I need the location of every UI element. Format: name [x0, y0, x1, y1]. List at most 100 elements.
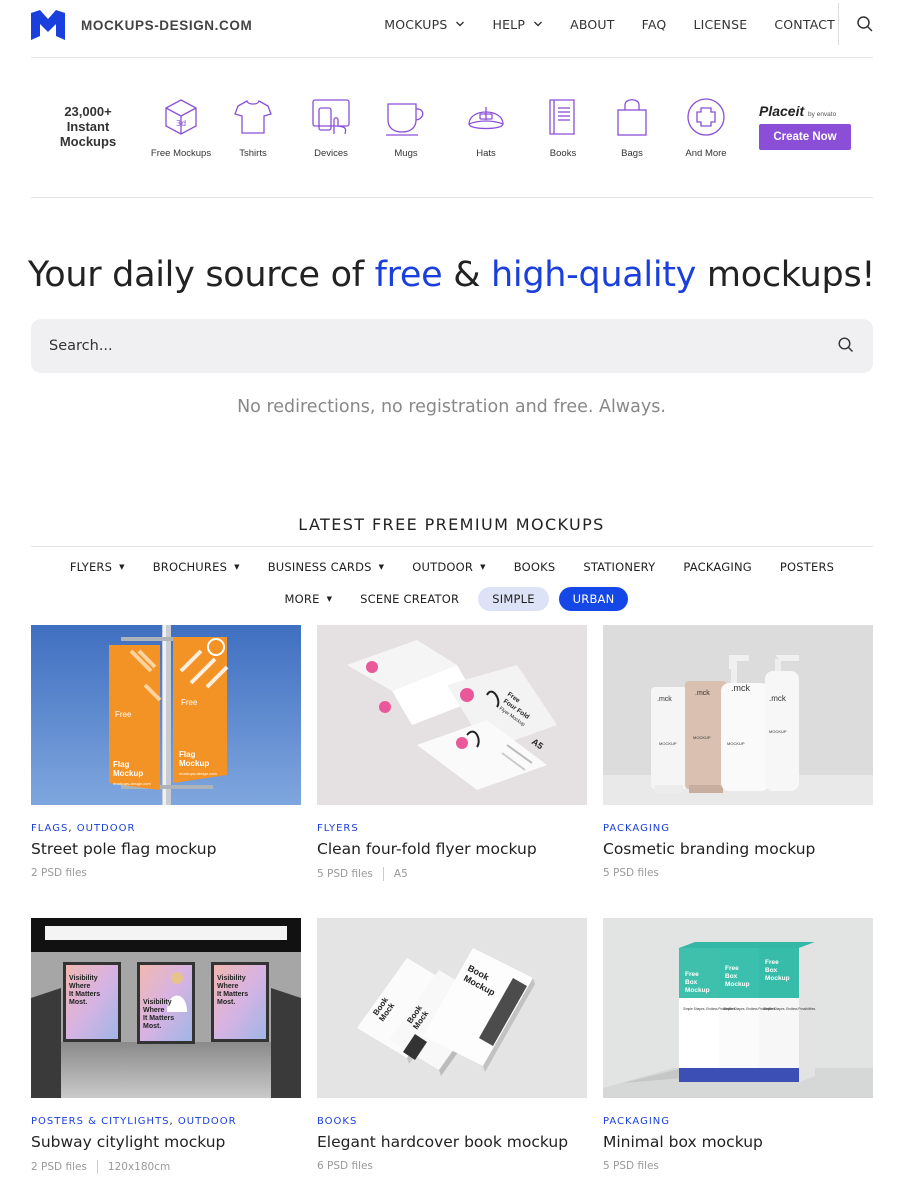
placeit-by-text: by envato — [808, 111, 837, 118]
book-icon — [549, 99, 575, 135]
thumb-text: .mck — [731, 683, 750, 693]
category-books[interactable]: Books — [523, 96, 603, 159]
nav-contact[interactable]: CONTACT — [774, 17, 835, 32]
filter-row-2: MORE ▼ SCENE CREATOR SIMPLE URBAN — [31, 587, 873, 611]
thumb-text: .mck — [769, 694, 787, 703]
card-title[interactable]: Street pole flag mockup — [31, 840, 301, 858]
card-category-link[interactable]: BOOKS — [317, 1116, 357, 1127]
thumb-text: It Matters — [143, 1015, 174, 1022]
hero-title-part: & — [442, 255, 492, 295]
count-line: Instant — [66, 119, 110, 134]
filter-stationery[interactable]: STATIONERY — [569, 555, 669, 579]
card-category-link[interactable]: OUTDOOR — [178, 1116, 237, 1127]
create-now-button[interactable]: Create Now — [759, 124, 851, 150]
thumb-text: MOCKUP — [769, 729, 787, 734]
meta-divider — [382, 867, 384, 881]
thumb-text: Free — [685, 971, 699, 978]
filter-outdoor[interactable]: OUTDOOR ▼ — [398, 555, 499, 579]
card-meta: 5 PSD files A5 — [317, 867, 587, 881]
site-logo[interactable]: MOCKUPS-DESIGN.COM — [31, 10, 252, 40]
card-file-count: 5 PSD files — [603, 1160, 659, 1172]
mockup-card[interactable]: Book Mock Book Mock Book Mockup BOOKS El… — [317, 918, 587, 1172]
card-category-link[interactable]: FLAGS — [31, 823, 68, 834]
card-title[interactable]: Clean four-fold flyer mockup — [317, 840, 587, 858]
search-icon[interactable] — [838, 337, 854, 353]
thumb-text: .mck — [657, 696, 672, 703]
thumb-text: Flag — [113, 760, 130, 769]
filter-posters[interactable]: POSTERS — [766, 555, 848, 579]
site-header: MOCKUPS-DESIGN.COM MOCKUPS HELP ABOUT FA… — [31, 0, 873, 58]
filter-scene-creator[interactable]: SCENE CREATOR — [346, 587, 473, 611]
card-categories: FLAGS, OUTDOOR — [31, 823, 301, 834]
thumb-text: Flag — [179, 750, 196, 759]
card-title[interactable]: Cosmetic branding mockup — [603, 840, 873, 858]
nav-help[interactable]: HELP — [492, 17, 543, 32]
mockup-card[interactable]: .mck .mck .mck .mck MOCKUP MOCKUP MOCKUP… — [603, 625, 873, 879]
card-meta: 6 PSD files — [317, 1160, 587, 1172]
filter-flyers[interactable]: FLYERS ▼ — [56, 555, 139, 579]
card-category-link[interactable]: OUTDOOR — [77, 823, 136, 834]
card-category-link[interactable]: PACKAGING — [603, 823, 670, 834]
mockup-card[interactable]: Free Free Flag Mockup Flag Mockup mockup… — [31, 625, 301, 879]
filter-packaging[interactable]: PACKAGING — [669, 555, 766, 579]
hero-title-highlight: high-quality — [491, 255, 697, 295]
svg-text:3d: 3d — [176, 119, 186, 128]
tshirt-icon — [234, 100, 272, 134]
filter-urban[interactable]: URBAN — [558, 587, 629, 611]
category-devices[interactable]: Devices — [291, 96, 371, 159]
nav-faq[interactable]: FAQ — [642, 17, 667, 32]
search-icon[interactable] — [857, 16, 873, 32]
card-category-link[interactable]: PACKAGING — [603, 1116, 670, 1127]
category-tshirts[interactable]: Tshirts — [213, 96, 293, 159]
card-thumbnail[interactable]: .mck .mck .mck .mck MOCKUP MOCKUP MOCKUP… — [603, 625, 873, 805]
card-title[interactable]: Minimal box mockup — [603, 1133, 873, 1151]
card-thumbnail[interactable]: Free Free Flag Mockup Flag Mockup mockup… — [31, 625, 301, 805]
flyer-mockup-image: Free Four Fold Flyer Mockup A5 — [317, 625, 587, 805]
category-label: And More — [685, 148, 727, 159]
filter-brochures[interactable]: BROCHURES ▼ — [139, 555, 254, 579]
thumb-text: Visibility — [143, 999, 172, 1006]
search-bar — [31, 319, 873, 373]
card-title[interactable]: Elegant hardcover book mockup — [317, 1133, 587, 1151]
subway-mockup-image: Visibility Where It Matters Most. Visibi… — [31, 918, 301, 1098]
category-and-more[interactable]: And More — [666, 96, 746, 159]
nav-about[interactable]: ABOUT — [570, 17, 615, 32]
caret-down-icon: ▼ — [234, 563, 240, 571]
card-categories: POSTERS & CITYLIGHTS, OUTDOOR — [31, 1116, 301, 1127]
card-size: 120x180cm — [107, 1161, 171, 1173]
nav-mockups[interactable]: MOCKUPS — [384, 17, 465, 32]
card-thumbnail[interactable]: Free Box Mockup Free Box Mockup Free Box… — [603, 918, 873, 1098]
category-hats[interactable]: Hats — [446, 96, 526, 159]
thumb-text: Most. — [69, 999, 87, 1006]
thumb-text: Mockup — [179, 759, 209, 768]
card-thumbnail[interactable]: Free Four Fold Flyer Mockup A5 — [317, 625, 587, 805]
section-title: LATEST FREE PREMIUM MOCKUPS — [298, 515, 605, 534]
thumb-text: MOCKUP — [659, 741, 677, 746]
card-category-link[interactable]: POSTERS & CITYLIGHTS — [31, 1116, 170, 1127]
filter-business-cards[interactable]: BUSINESS CARDS ▼ — [254, 555, 399, 579]
logo-m-icon — [31, 10, 65, 40]
mockup-card[interactable]: Free Four Fold Flyer Mockup A5 FLYERS Cl… — [317, 625, 587, 881]
cube-3d-icon: 3d — [165, 99, 197, 135]
card-meta: 2 PSD files 120x180cm — [31, 1160, 301, 1174]
card-thumbnail[interactable]: Book Mock Book Mock Book Mockup — [317, 918, 587, 1098]
filter-row-1: FLYERS ▼ BROCHURES ▼ BUSINESS CARDS ▼ OUTDO… — [31, 555, 873, 579]
card-category-link[interactable]: FLYERS — [317, 823, 359, 834]
nav-license[interactable]: LICENSE — [693, 17, 747, 32]
thumb-text: Free — [115, 710, 132, 719]
card-title[interactable]: Subway citylight mockup — [31, 1133, 301, 1151]
category-free-mockups[interactable]: 3d Free Mockups — [141, 96, 221, 159]
card-thumbnail[interactable]: Visibility Where It Matters Most. Visibi… — [31, 918, 301, 1098]
filter-more[interactable]: MORE ▼ — [271, 587, 347, 611]
search-input[interactable] — [49, 319, 809, 373]
thumb-text: Most. — [143, 1023, 161, 1030]
mockup-card[interactable]: Free Box Mockup Free Box Mockup Free Box… — [603, 918, 873, 1172]
filter-books[interactable]: BOOKS — [500, 555, 570, 579]
mockup-card[interactable]: Visibility Where It Matters Most. Visibi… — [31, 918, 301, 1174]
category-mugs[interactable]: Mugs — [366, 96, 446, 159]
card-meta: 5 PSD files — [603, 1160, 873, 1172]
category-bags[interactable]: Bags — [592, 96, 672, 159]
filter-simple[interactable]: SIMPLE — [478, 587, 549, 611]
category-separator: , — [169, 1116, 174, 1127]
caret-down-icon: ▼ — [326, 595, 333, 603]
